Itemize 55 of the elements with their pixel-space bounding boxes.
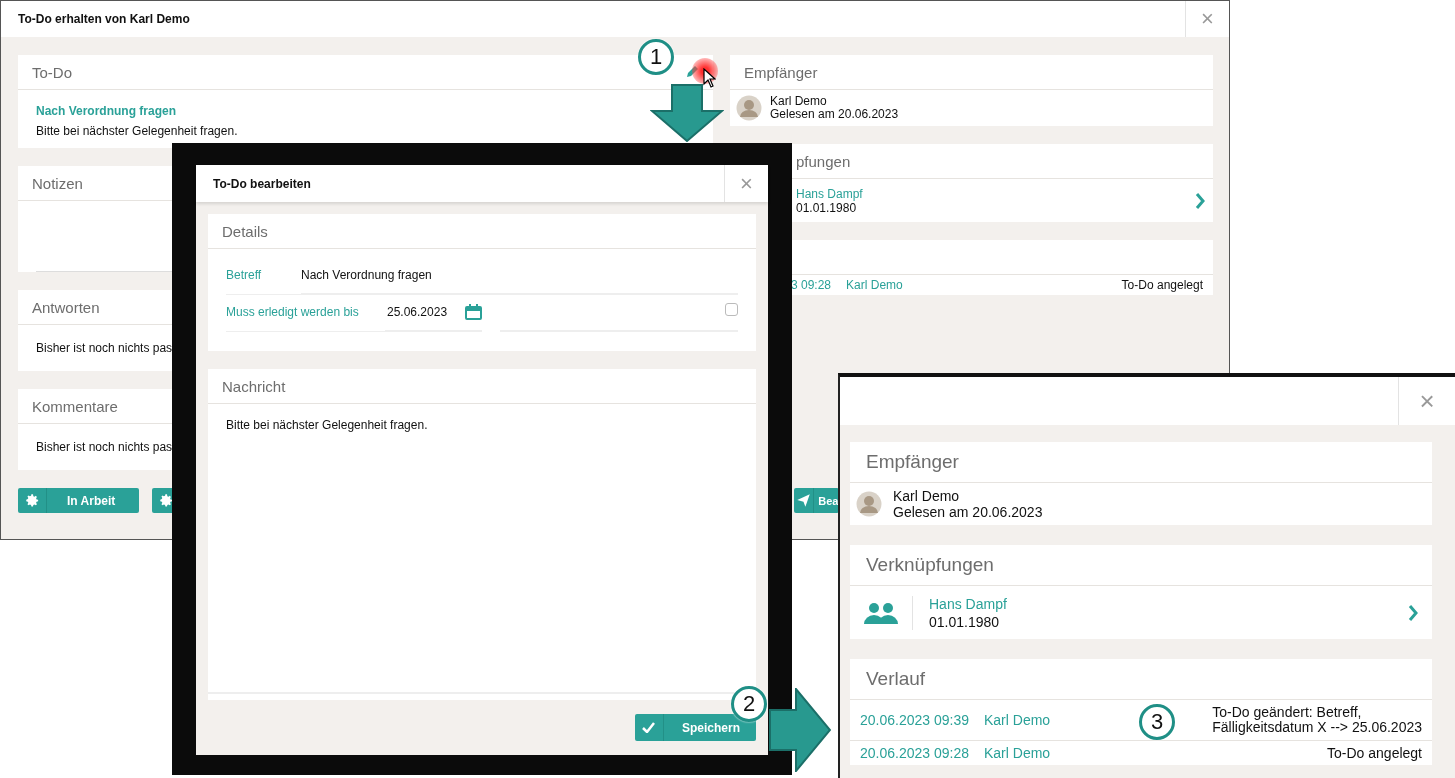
subject-field[interactable]: Nach Verordnung fragen: [301, 267, 432, 282]
close-button[interactable]: ×: [724, 165, 768, 202]
check-icon: [642, 722, 656, 733]
field-label: Muss erledigt werden bis: [226, 293, 385, 332]
date-field[interactable]: 25.06.2023: [387, 304, 448, 319]
history-user: Karl Demo: [846, 278, 903, 292]
card-heading: Verlauf: [866, 668, 926, 690]
dialog-title: To-Do bearbeiten: [212, 176, 312, 191]
avatar-icon: [736, 95, 762, 121]
card-heading: Empfänger: [744, 63, 818, 81]
card-heading: Kommentare: [32, 397, 118, 415]
chevron-right-icon[interactable]: [1408, 603, 1418, 622]
card-heading: Empfänger: [866, 451, 959, 473]
card-heading: Notizen: [32, 174, 83, 192]
chevron-right-icon[interactable]: [1195, 191, 1205, 210]
history-action: To-Do angelegt: [1121, 277, 1203, 293]
recipient-name: Karl Demo: [893, 488, 961, 504]
people-icon: [864, 601, 898, 624]
link-name[interactable]: Hans Dampf: [796, 186, 1195, 201]
calendar-icon[interactable]: [465, 303, 483, 320]
link-name[interactable]: Hans Dampf: [929, 594, 1408, 613]
history-time: 20.06.2023 09:28: [860, 745, 969, 761]
card-heading: To-Do: [32, 63, 72, 81]
empty-message: Bisher ist noch nichts pas: [36, 440, 173, 454]
todo-text: Bitte bei nächster Gelegenheit fragen.: [36, 124, 239, 138]
card-heading: pfungen: [796, 152, 851, 170]
window-title: To-Do erhalten von Karl Demo: [17, 12, 191, 26]
history-time: 3 09:28: [791, 278, 832, 292]
gear-icon: [158, 493, 174, 508]
avatar-icon: [856, 491, 882, 517]
card-heading: Nachricht: [222, 377, 286, 395]
history-time: 20.06.2023 09:39: [860, 712, 969, 728]
recipient-name: Karl Demo: [770, 95, 828, 108]
history-action: To-Do angelegt: [1327, 745, 1422, 761]
card-heading: Antworten: [32, 298, 100, 316]
message-text[interactable]: Bitte bei nächster Gelegenheit fragen.: [226, 418, 428, 432]
history-user: Karl Demo: [984, 745, 1051, 761]
empty-message: Bisher ist noch nichts pas: [36, 341, 173, 355]
action-button[interactable]: Bea: [794, 488, 840, 513]
gear-icon: [24, 493, 40, 508]
read-status: Gelesen am 20.06.2023: [893, 504, 1043, 520]
history-action: To-Do geändert: Betreff, Fälligkeitsdatum X --> 25.06.2023: [1212, 705, 1422, 735]
history-user: Karl Demo: [984, 712, 1051, 728]
field-label: Betreff: [226, 256, 301, 295]
read-status: Gelesen am 20.06.2023: [770, 108, 899, 121]
card-heading: Details: [222, 222, 268, 240]
link-date: 01.01.1980: [929, 612, 1001, 631]
checkbox[interactable]: [725, 303, 738, 316]
pencil-icon[interactable]: [685, 65, 699, 79]
save-button[interactable]: Speichern: [635, 714, 756, 741]
link-date: 01.01.1980: [796, 200, 857, 215]
card-heading: Verknüpfungen: [866, 554, 994, 576]
todo-subject: Nach Verordnung fragen: [36, 104, 178, 118]
action-button[interactable]: In Arbeit: [18, 488, 140, 513]
send-icon: [796, 493, 812, 508]
